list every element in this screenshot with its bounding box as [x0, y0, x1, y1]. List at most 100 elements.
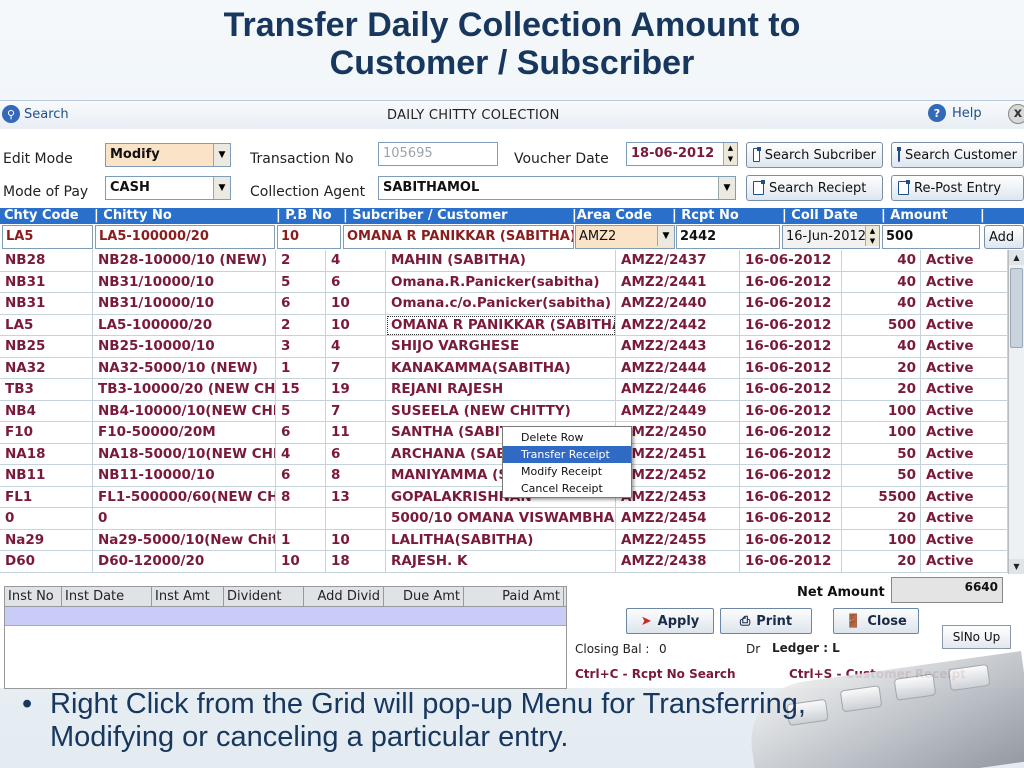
cell-name[interactable]: Omana.c/o.Panicker(sabitha): [386, 293, 616, 315]
cell-chitty[interactable]: NB28-10000/10 (NEW): [93, 250, 276, 272]
cell-rcpt[interactable]: AMZ2/2450: [616, 422, 740, 444]
cell-inst[interactable]: 19: [326, 379, 386, 401]
cell-amount[interactable]: 100: [842, 529, 921, 551]
add-button[interactable]: Add: [984, 225, 1024, 249]
cell-name[interactable]: RAJESH. K: [386, 551, 616, 573]
cell-chitty[interactable]: NB31/10000/10: [93, 293, 276, 315]
search-subscriber-button[interactable]: Search Subcriber: [746, 142, 883, 168]
table-row[interactable]: TB3TB3-10000/20 (NEW CHITTY)1519REJANI R…: [0, 379, 1008, 401]
cell-pb[interactable]: 2: [276, 314, 326, 336]
table-row[interactable]: NB31 NB31/10000/10 5 6 Omana.R.Panicker(sabi…: [0, 271, 1008, 293]
mode-of-pay-select[interactable]: CASH ▼: [105, 176, 231, 200]
cell-status[interactable]: Active: [921, 529, 1008, 551]
cell-status[interactable]: Active: [921, 357, 1008, 379]
col-pb-no[interactable]: | P.B No: [276, 208, 332, 224]
cell-inst[interactable]: 6: [326, 443, 386, 465]
cell-pb[interactable]: 5: [276, 400, 326, 422]
repost-entry-button[interactable]: Re-Post Entry: [891, 175, 1024, 201]
cell-date[interactable]: 16-06-2012: [740, 250, 842, 272]
cell-chitty[interactable]: F10-50000/20M: [93, 422, 276, 444]
cell-pb[interactable]: 3: [276, 336, 326, 358]
col-area-code[interactable]: |Area Code: [572, 208, 652, 224]
cell-inst[interactable]: 10: [326, 293, 386, 315]
cell-pb[interactable]: 6: [276, 293, 326, 315]
cell-amount[interactable]: 20: [842, 379, 921, 401]
table-row[interactable]: NB4NB4-10000/10(NEW CHITTY)57SUSEELA (NE…: [0, 400, 1008, 422]
cell-pb[interactable]: 2: [276, 250, 326, 272]
cell-amount[interactable]: 100: [842, 400, 921, 422]
print-button[interactable]: ⎙ Print: [720, 608, 812, 634]
cell-name[interactable]: SHIJO VARGHESE: [386, 336, 616, 358]
cell-name[interactable]: KANAKAMMA(SABITHA): [386, 357, 616, 379]
cell-name[interactable]: REJANI RAJESH: [386, 379, 616, 401]
cell-inst[interactable]: 8: [326, 465, 386, 487]
cell-chty[interactable]: LA5: [0, 314, 93, 336]
cell-rcpt[interactable]: AMZ2/2454: [616, 508, 740, 530]
close-button[interactable]: 🚪 Close: [833, 608, 919, 634]
entry-area-code-select[interactable]: AMZ2 ▼: [575, 225, 675, 249]
cell-chitty[interactable]: NA18-5000/10(NEW CHITTY): [93, 443, 276, 465]
cell-chty[interactable]: 0: [0, 508, 93, 530]
cell-date[interactable]: 16-06-2012: [740, 486, 842, 508]
cell-chitty[interactable]: Na29-5000/10(New Chitty): [93, 529, 276, 551]
cell-chitty[interactable]: NB25-10000/10: [93, 336, 276, 358]
cell-inst[interactable]: 4: [326, 336, 386, 358]
cell-chitty[interactable]: FL1-500000/60(NEW CHITTY): [93, 486, 276, 508]
cell-pb[interactable]: 1: [276, 529, 326, 551]
help-button[interactable]: ? Help: [928, 104, 982, 122]
cell-pb[interactable]: 6: [276, 422, 326, 444]
menu-item-delete-row[interactable]: Delete Row: [503, 429, 631, 446]
cell-date[interactable]: 16-06-2012: [740, 529, 842, 551]
cell-rcpt[interactable]: AMZ2/2444: [616, 357, 740, 379]
col-chty-code[interactable]: Chty Code: [4, 208, 79, 224]
cell-status[interactable]: Active: [921, 271, 1008, 293]
voucher-date-field[interactable]: 18-06-2012 ▲ ▼: [626, 142, 738, 166]
inst-col-inst-amt[interactable]: Inst Amt: [152, 587, 224, 607]
entry-subscriber[interactable]: OMANA R PANIKKAR (SABITHA): [343, 225, 574, 249]
date-spin-icon[interactable]: ▲ ▼: [865, 226, 879, 246]
cell-date[interactable]: 16-06-2012: [740, 551, 842, 573]
cell-pb[interactable]: 5: [276, 271, 326, 293]
cell-status[interactable]: Active: [921, 250, 1008, 272]
cell-name[interactable]: MAHIN (SABITHA): [386, 250, 616, 272]
cell-inst[interactable]: 6: [326, 271, 386, 293]
cell-chitty[interactable]: 0: [93, 508, 276, 530]
cell-chty[interactable]: NB4: [0, 400, 93, 422]
cell-name[interactable]: 5000/10 OMANA VISWAMBHARAN: [386, 508, 616, 530]
cell-chitty[interactable]: D60-12000/20: [93, 551, 276, 573]
transaction-no-field[interactable]: 105695: [378, 142, 498, 166]
chevron-down-icon[interactable]: ▼: [657, 226, 674, 246]
cell-amount[interactable]: 500: [842, 314, 921, 336]
cell-date[interactable]: 16-06-2012: [740, 314, 842, 336]
entry-chty-code[interactable]: LA5: [2, 225, 93, 249]
cell-inst[interactable]: 10: [326, 529, 386, 551]
inst-col-divident[interactable]: Divident: [224, 587, 304, 607]
entry-rcpt-no[interactable]: 2442: [676, 225, 780, 249]
cell-status[interactable]: Active: [921, 400, 1008, 422]
cell-pb[interactable]: 10: [276, 551, 326, 573]
cell-status[interactable]: Active: [921, 551, 1008, 573]
table-row[interactable]: Na29Na29-5000/10(New Chitty)110LALITHA(S…: [0, 529, 1008, 551]
col-chitty-no[interactable]: | Chitty No: [94, 208, 172, 224]
scroll-up-icon[interactable]: ▲: [1009, 250, 1024, 265]
cell-rcpt[interactable]: AMZ2/2453: [616, 486, 740, 508]
cell-pb[interactable]: 15: [276, 379, 326, 401]
cell-inst[interactable]: 18: [326, 551, 386, 573]
cell-rcpt[interactable]: AMZ2/2455: [616, 529, 740, 551]
menu-item-cancel-receipt[interactable]: Cancel Receipt: [503, 480, 631, 497]
cell-status[interactable]: Active: [921, 293, 1008, 315]
cell-inst[interactable]: [326, 508, 386, 530]
cell-amount[interactable]: 20: [842, 551, 921, 573]
cell-inst[interactable]: 7: [326, 357, 386, 379]
menu-item-transfer-receipt[interactable]: Transfer Receipt: [503, 446, 631, 463]
cell-amount[interactable]: 40: [842, 336, 921, 358]
inst-col-inst-date[interactable]: Inst Date: [62, 587, 152, 607]
cell-chty[interactable]: NA18: [0, 443, 93, 465]
cell-chitty[interactable]: NB11-10000/10: [93, 465, 276, 487]
table-row[interactable]: NA32 NA32-5000/10 (NEW) 1 7 KANAKAMMA(SABITH…: [0, 357, 1008, 379]
cell-chitty[interactable]: TB3-10000/20 (NEW CHITTY): [93, 379, 276, 401]
col-amount[interactable]: | Amount: [881, 208, 948, 224]
cell-chitty[interactable]: NB4-10000/10(NEW CHITTY): [93, 400, 276, 422]
cell-amount[interactable]: 40: [842, 293, 921, 315]
entry-chitty-no[interactable]: LA5-100000/20: [95, 225, 275, 249]
